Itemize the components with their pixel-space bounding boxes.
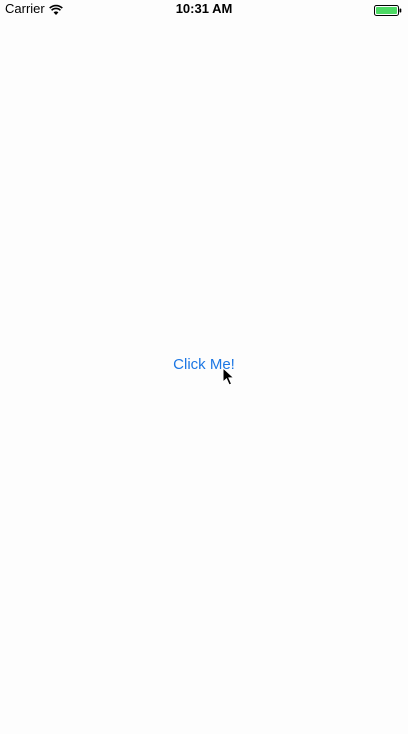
status-bar: Carrier 10:31 AM [0, 0, 408, 20]
status-time: 10:31 AM [175, 1, 233, 16]
battery-icon [374, 3, 402, 16]
click-me-button[interactable]: Click Me! [0, 355, 408, 375]
app-screen: Carrier 10:31 AM Click Me! [0, 0, 408, 734]
